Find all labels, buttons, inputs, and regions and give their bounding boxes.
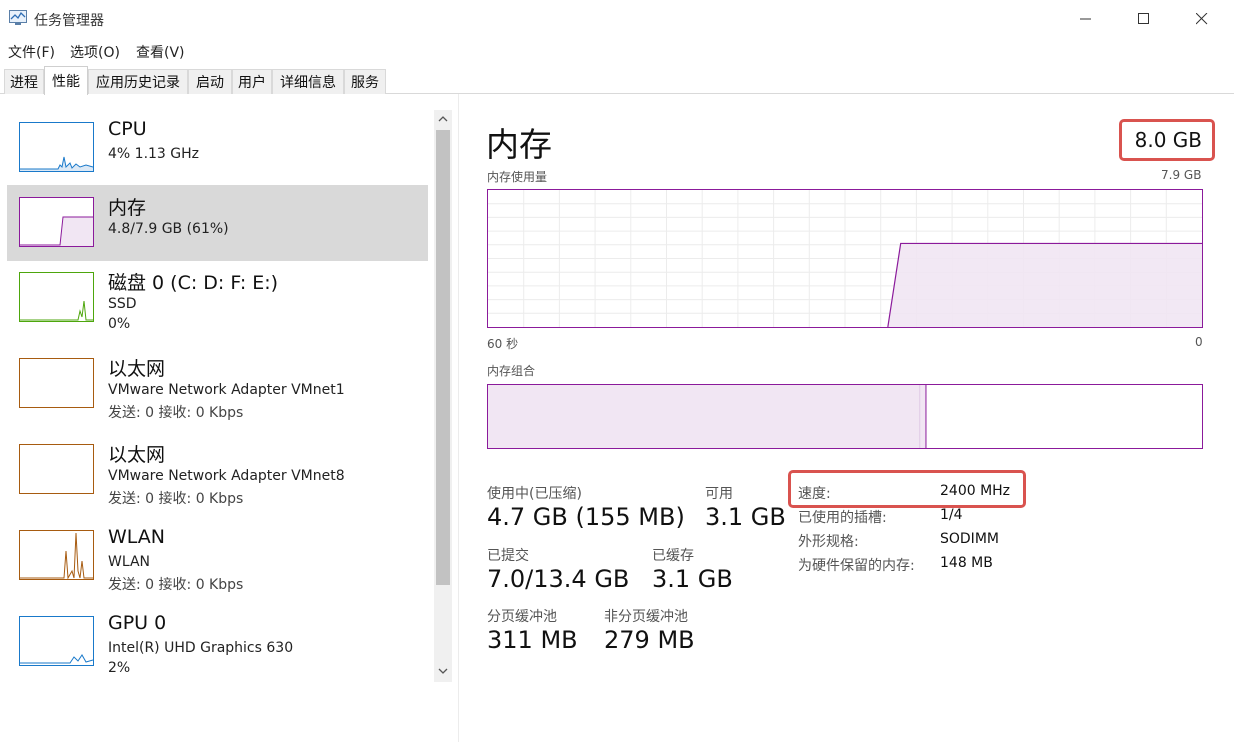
resource-item-cpu[interactable]: CPU 4% 1.13 GHz: [7, 110, 428, 186]
resource-detail: VMware Network Adapter VMnet8: [108, 468, 345, 484]
slots-used-label: 已使用的插槽:: [798, 510, 887, 526]
maximize-icon: [1138, 13, 1149, 24]
memory-usage-area: [887, 243, 1202, 327]
memory-usage-label: 内存使用量: [487, 170, 548, 184]
menu-file[interactable]: 文件(F): [8, 42, 55, 62]
tab-services[interactable]: 服务: [344, 69, 386, 94]
graph-time-start: 60 秒: [487, 337, 519, 351]
panel-divider: [458, 94, 459, 742]
resource-item-wlan[interactable]: WLAN WLAN 发送: 0 接收: 0 Kbps: [7, 518, 428, 594]
memory-composition-bar: [487, 384, 1203, 449]
form-factor-value: SODIMM: [940, 531, 999, 547]
wlan-thumbnail-graph: [19, 530, 94, 580]
gpu-thumbnail-graph: [19, 616, 94, 666]
in-use-label: 使用中(已压缩): [487, 486, 582, 502]
resource-usage: 2%: [108, 660, 131, 676]
resource-name: 以太网: [108, 358, 166, 380]
total-memory: 8.0 GB: [1134, 128, 1202, 152]
ethernet-thumbnail-graph: [19, 358, 94, 408]
resource-detail: 4% 1.13 GHz: [108, 146, 200, 162]
speed-highlight: [788, 470, 1026, 508]
memory-thumbnail-graph: [19, 197, 94, 247]
paged-pool-value: 311 MB: [487, 626, 578, 654]
tab-processes[interactable]: 进程: [4, 69, 44, 94]
tab-performance[interactable]: 性能: [44, 66, 88, 95]
memory-usage-chart: [488, 190, 1202, 327]
scroll-up-button[interactable]: [434, 110, 452, 128]
resource-name: CPU: [108, 118, 147, 140]
page-title: 内存: [486, 125, 552, 164]
hardware-reserved-value: 148 MB: [940, 555, 993, 571]
chevron-down-icon: [438, 668, 448, 674]
resource-item-ethernet-vmnet8[interactable]: 以太网 VMware Network Adapter VMnet8 发送: 0 …: [7, 432, 428, 508]
resource-detail: SSD: [108, 296, 137, 312]
resource-throughput: 发送: 0 接收: 0 Kbps: [108, 491, 244, 507]
task-manager-icon: [9, 10, 27, 26]
scroll-down-button[interactable]: [434, 662, 452, 680]
paged-pool-label: 分页缓冲池: [487, 609, 557, 625]
resource-name: 内存: [108, 197, 147, 219]
resource-name: GPU 0: [108, 612, 167, 634]
cpu-thumbnail-graph: [19, 122, 94, 172]
slots-used-value: 1/4: [940, 507, 963, 523]
resource-throughput: 发送: 0 接收: 0 Kbps: [108, 405, 244, 421]
resource-item-gpu[interactable]: GPU 0 Intel(R) UHD Graphics 630 2%: [7, 604, 428, 680]
menu-view[interactable]: 查看(V): [136, 42, 185, 62]
menu-bar: 文件(F) 选项(O) 查看(V): [0, 38, 1234, 62]
resource-usage: 0%: [108, 316, 131, 332]
tab-bar: 进程 性能 应用历史记录 启动 用户 详细信息 服务: [0, 66, 1234, 95]
close-icon: [1196, 13, 1208, 25]
tab-details[interactable]: 详细信息: [272, 69, 344, 94]
close-button[interactable]: [1179, 0, 1225, 38]
ethernet-thumbnail-graph: [19, 444, 94, 494]
tab-users[interactable]: 用户: [232, 69, 272, 94]
resource-throughput: 发送: 0 接收: 0 Kbps: [108, 577, 244, 593]
committed-value: 7.0/13.4 GB: [487, 565, 630, 593]
available-value: 3.1 GB: [705, 503, 786, 531]
tab-startup[interactable]: 启动: [188, 69, 232, 94]
nonpaged-pool-label: 非分页缓冲池: [604, 609, 688, 625]
in-use-value: 4.7 GB (155 MB): [487, 503, 685, 531]
nonpaged-pool-value: 279 MB: [604, 626, 695, 654]
tab-app-history[interactable]: 应用历史记录: [88, 69, 188, 94]
resource-name: WLAN: [108, 526, 166, 548]
menu-options[interactable]: 选项(O): [70, 42, 120, 62]
resource-detail: WLAN: [108, 554, 151, 570]
window-title: 任务管理器: [34, 13, 104, 29]
cached-value: 3.1 GB: [652, 565, 733, 593]
disk-thumbnail-graph: [19, 272, 94, 322]
resource-detail: 4.8/7.9 GB (61%): [108, 221, 229, 237]
resource-name: 磁盘 0 (C: D: F: E:): [108, 272, 279, 294]
minimize-icon: [1080, 18, 1091, 20]
resource-item-ethernet-vmnet1[interactable]: 以太网 VMware Network Adapter VMnet1 发送: 0 …: [7, 346, 428, 422]
total-memory-highlight: 8.0 GB: [1119, 119, 1215, 161]
graph-time-end: 0: [1195, 335, 1203, 349]
form-factor-label: 外形规格:: [798, 534, 859, 550]
cached-label: 已缓存: [652, 548, 694, 564]
committed-label: 已提交: [487, 548, 529, 564]
hardware-reserved-label: 为硬件保留的内存:: [798, 558, 915, 574]
available-label: 可用: [705, 486, 733, 502]
resource-detail: VMware Network Adapter VMnet1: [108, 382, 345, 398]
resource-item-memory[interactable]: 内存 4.8/7.9 GB (61%): [7, 185, 428, 261]
memory-composition-label: 内存组合: [487, 364, 536, 378]
maximize-button[interactable]: [1121, 0, 1167, 38]
resource-detail: Intel(R) UHD Graphics 630: [108, 640, 294, 656]
modified-segment: [920, 385, 926, 448]
memory-composition-chart: [488, 385, 927, 448]
scrollbar-thumb[interactable]: [436, 130, 450, 585]
resource-name: 以太网: [108, 444, 166, 466]
resource-item-disk[interactable]: 磁盘 0 (C: D: F: E:) SSD 0%: [7, 260, 428, 336]
chevron-up-icon: [438, 116, 448, 122]
minimize-button[interactable]: [1063, 0, 1109, 38]
memory-usage-graph: [487, 189, 1203, 328]
in-use-segment: [488, 385, 920, 448]
memory-usage-max: 7.9 GB: [1161, 168, 1202, 182]
title-bar: 任务管理器: [0, 0, 1234, 38]
